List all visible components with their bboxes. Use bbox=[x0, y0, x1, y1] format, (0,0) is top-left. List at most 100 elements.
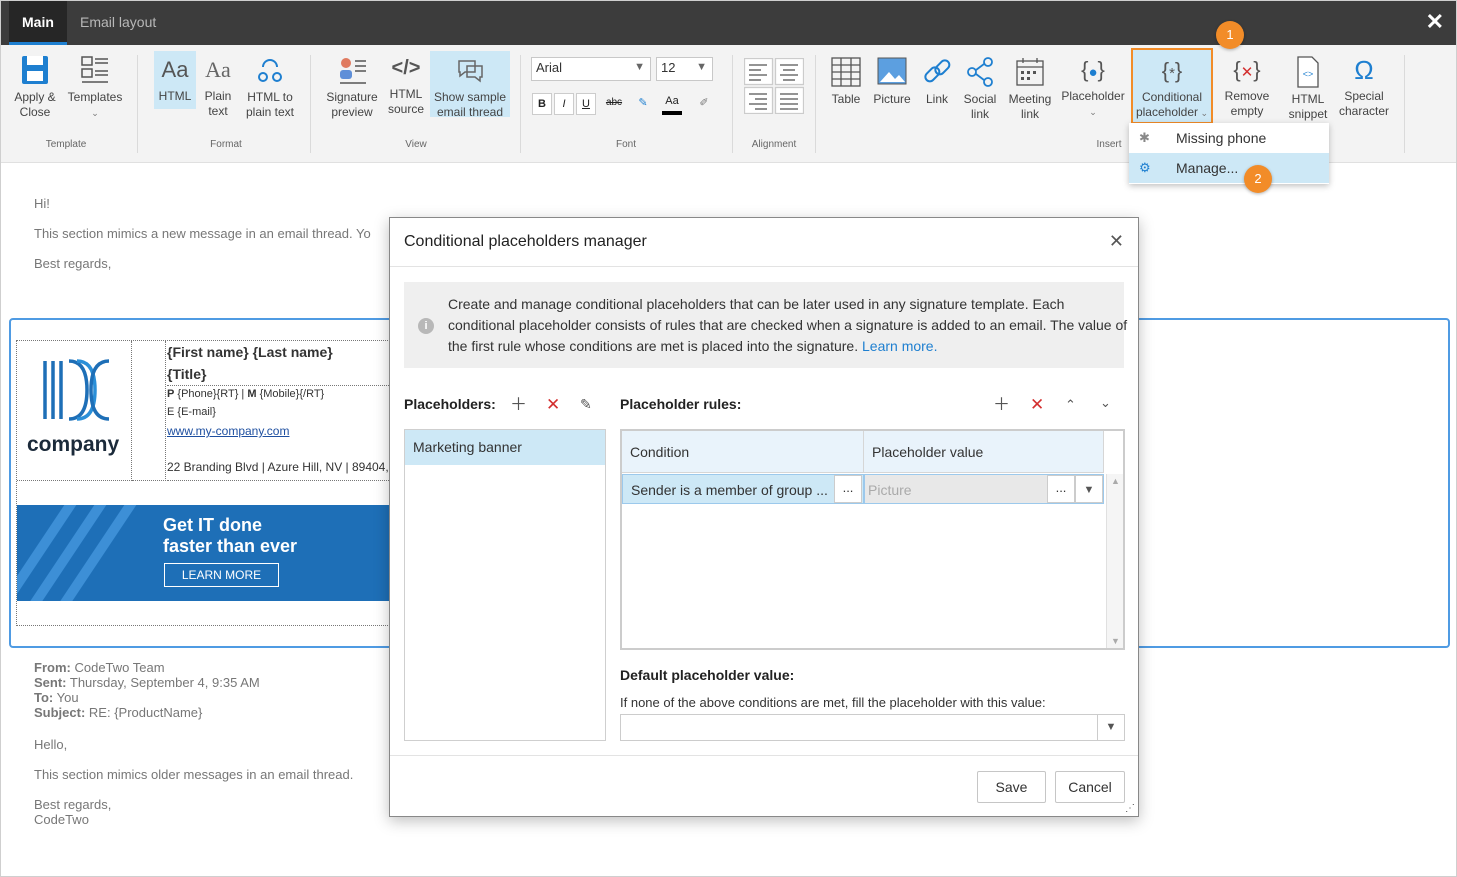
show-sample-label-2: email thread bbox=[436, 105, 504, 119]
format-plain-label-2: text bbox=[208, 104, 228, 118]
rules-grid: Condition Placeholder value Sender is a … bbox=[620, 429, 1125, 650]
signature-title: {Title} bbox=[167, 366, 207, 382]
company-wordmark: company bbox=[27, 433, 120, 456]
font-family-value: Arial bbox=[536, 60, 563, 75]
edit-placeholder-icon[interactable]: ✎ bbox=[580, 396, 592, 413]
banner-headline-2: faster than ever bbox=[163, 536, 298, 556]
font-color-button[interactable]: Aa bbox=[662, 91, 682, 115]
meeting-label-2: link bbox=[1020, 107, 1039, 121]
close-window-icon[interactable]: ✕ bbox=[1426, 11, 1444, 33]
highlight-icon[interactable]: ✎ bbox=[633, 93, 653, 115]
italic-button[interactable]: I bbox=[554, 93, 574, 115]
scroll-down-icon[interactable]: ▼ bbox=[1111, 636, 1120, 646]
show-sample-thread-button[interactable]: Show sample email thread bbox=[430, 51, 510, 119]
special-char-label-1: Special bbox=[1344, 89, 1384, 103]
html-to-plain-button[interactable]: HTML to plain text bbox=[243, 53, 297, 120]
tab-email-layout[interactable]: Email layout bbox=[67, 1, 169, 45]
marketing-banner[interactable]: Get IT done faster than ever LEARN MORE bbox=[17, 505, 389, 601]
group-label-view: View bbox=[405, 139, 427, 150]
placeholder-icon: {●} bbox=[1081, 57, 1105, 82]
info-panel: i Create and manage conditional placehol… bbox=[404, 282, 1127, 368]
special-character-button[interactable]: Ω Special character bbox=[1335, 55, 1393, 119]
insert-picture-button[interactable]: Picture bbox=[869, 55, 915, 107]
email-regards-2: Best regards, bbox=[34, 797, 112, 812]
html-snippet-button[interactable]: <> HTML snippet bbox=[1284, 55, 1332, 122]
move-up-icon[interactable]: ⌃ bbox=[1065, 396, 1076, 413]
divider bbox=[390, 755, 1138, 756]
templates-button[interactable]: Templates ⌄ bbox=[65, 53, 125, 121]
move-down-icon[interactable]: ⌄ bbox=[1100, 394, 1111, 411]
conditional-placeholders-dialog: Conditional placeholders manager ✕ i Cre… bbox=[389, 217, 1139, 817]
website-link[interactable]: www.my-company.com bbox=[167, 424, 289, 438]
phone-label: P bbox=[167, 388, 175, 400]
learn-more-link[interactable]: Learn more. bbox=[862, 338, 937, 354]
clear-format-icon[interactable]: ✐ bbox=[694, 93, 714, 115]
insert-placeholder-button[interactable]: {●} Placeholder ⌄ bbox=[1059, 55, 1127, 120]
format-html-button[interactable]: Aa HTML bbox=[154, 51, 196, 109]
info-text: Create and manage conditional placeholde… bbox=[448, 294, 1128, 357]
remove-empty-button[interactable]: {✕} Remove empty bbox=[1219, 55, 1275, 119]
value-dropdown-icon[interactable]: ▼ bbox=[1075, 475, 1103, 503]
html-source-label-1: HTML bbox=[389, 87, 423, 101]
logo-cell: company bbox=[17, 341, 132, 481]
table-icon bbox=[831, 57, 861, 87]
delete-rule-icon[interactable]: ✕ bbox=[1030, 396, 1044, 413]
underline-button[interactable]: U bbox=[576, 93, 596, 115]
alignment-buttons-icon[interactable] bbox=[744, 58, 804, 114]
apply-close-label-2: Close bbox=[19, 105, 51, 119]
save-button[interactable]: Save bbox=[977, 771, 1046, 803]
group-label-insert: Insert bbox=[1096, 139, 1122, 150]
chevron-down-icon: ⌄ bbox=[91, 108, 99, 118]
insert-link-button[interactable]: Link bbox=[917, 55, 957, 107]
from-value: CodeTwo Team bbox=[74, 660, 165, 675]
link-label: Link bbox=[925, 92, 948, 106]
save-icon bbox=[22, 56, 48, 84]
default-value-hint: If none of the above conditions are met,… bbox=[620, 695, 1046, 710]
list-item[interactable]: Marketing banner bbox=[405, 430, 605, 465]
font-size-select[interactable]: 12 ▼ bbox=[656, 57, 713, 81]
email-sender: CodeTwo bbox=[34, 812, 89, 827]
close-icon[interactable]: ✕ bbox=[1109, 231, 1124, 252]
default-value-select[interactable]: ▼ bbox=[620, 714, 1125, 741]
tab-main[interactable]: Main bbox=[9, 1, 67, 45]
learn-more-button[interactable]: LEARN MORE bbox=[164, 563, 279, 587]
menu-item-manage[interactable]: ⚙ Manage... bbox=[1129, 153, 1329, 183]
add-rule-icon[interactable]: ＋ bbox=[993, 396, 1010, 413]
chevron-down-icon[interactable]: ▼ bbox=[1097, 715, 1124, 740]
step-callout-1: 1 bbox=[1216, 21, 1244, 49]
ribbon-separator bbox=[310, 55, 311, 153]
html-snippet-icon: <> bbox=[1297, 56, 1319, 88]
format-plain-button[interactable]: Aa Plain text bbox=[199, 55, 237, 119]
font-family-select[interactable]: Arial ▼ bbox=[531, 57, 651, 81]
insert-meeting-link-button[interactable]: Meeting link bbox=[1005, 55, 1055, 122]
cancel-button[interactable]: Cancel bbox=[1055, 771, 1125, 803]
resize-grip-icon[interactable]: ⋰ bbox=[1125, 803, 1135, 814]
chevron-down-icon: ▼ bbox=[634, 61, 645, 73]
delete-placeholder-icon[interactable]: ✕ bbox=[546, 396, 560, 413]
add-placeholder-icon[interactable]: ＋ bbox=[510, 396, 527, 413]
html-source-button[interactable]: </> HTML source bbox=[385, 53, 427, 117]
rule-condition: Sender is a member of group ... bbox=[631, 482, 828, 498]
link-icon bbox=[924, 59, 951, 83]
column-header-condition: Condition bbox=[622, 431, 864, 473]
insert-social-link-button[interactable]: Social link bbox=[959, 55, 1001, 122]
apply-close-button[interactable]: Apply & Close bbox=[9, 53, 61, 120]
bold-button[interactable]: B bbox=[532, 93, 552, 115]
rule-condition-cell[interactable]: Sender is a member of group ... bbox=[622, 474, 864, 504]
value-edit-button[interactable]: ... bbox=[1047, 475, 1075, 503]
conditional-placeholder-button[interactable]: {*} Conditional placeholder ⌄ bbox=[1131, 48, 1213, 124]
scroll-up-icon[interactable]: ▲ bbox=[1111, 476, 1120, 486]
social-label-1: Social bbox=[963, 92, 997, 106]
info-description: Create and manage conditional placeholde… bbox=[448, 296, 1128, 354]
insert-table-button[interactable]: Table bbox=[827, 55, 865, 107]
condition-edit-button[interactable]: ... bbox=[834, 475, 862, 503]
plain-text-icon: Aa bbox=[205, 57, 231, 82]
menu-item-missing-phone[interactable]: ✱ Missing phone bbox=[1129, 123, 1329, 153]
signature-name: {First name} {Last name} bbox=[167, 344, 333, 360]
grid-scrollbar[interactable]: ▲ ▼ bbox=[1106, 474, 1123, 648]
strikethrough-button[interactable]: abc bbox=[601, 93, 627, 115]
group-label-font: Font bbox=[615, 139, 636, 150]
gear-icon: ⚙ bbox=[1139, 160, 1151, 175]
spacer-cell bbox=[132, 341, 166, 481]
signature-preview-button[interactable]: Signature preview bbox=[323, 53, 381, 120]
